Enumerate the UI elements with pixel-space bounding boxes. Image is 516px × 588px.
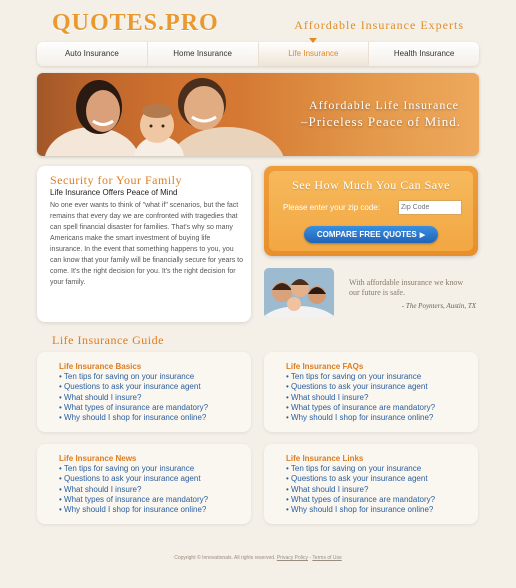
compare-quotes-label: COMPARE FREE QUOTES xyxy=(316,230,417,239)
logo[interactable]: QUOTES.PRO xyxy=(52,10,219,37)
privacy-policy-link[interactable]: Privacy Policy xyxy=(277,555,308,561)
hero-headline: Affordable Life Insurance xyxy=(308,98,459,112)
guide-card-links: Life Insurance Links Ten tips for saving… xyxy=(264,444,478,524)
guide-link-list: Ten tips for saving on your insurance Qu… xyxy=(286,464,435,515)
guide-card-title[interactable]: Life Insurance Links xyxy=(286,454,363,463)
footer: Copyright © Innovationals. All rights re… xyxy=(0,555,516,561)
security-title: Security for Your Family xyxy=(50,173,182,187)
hero-subheadline: –Priceless Peace of Mind. xyxy=(300,114,461,129)
hero-banner: Affordable Life Insurance –Priceless Pea… xyxy=(37,73,479,156)
guide-title: Life Insurance Guide xyxy=(52,333,164,347)
main-nav: Auto Insurance Home Insurance Life Insur… xyxy=(37,38,479,66)
guide-card-title[interactable]: Life Insurance Basics xyxy=(59,362,141,371)
family-photo-icon xyxy=(264,268,334,318)
guide-card-news: Life Insurance News Ten tips for saving … xyxy=(37,444,251,524)
guide-link[interactable]: What types of insurance are mandatory? xyxy=(59,495,208,505)
guide-card-faqs: Life Insurance FAQs Ten tips for saving … xyxy=(264,352,478,432)
guide-card-title[interactable]: Life Insurance FAQs xyxy=(286,362,363,371)
tagline: Affordable Insurance Experts xyxy=(294,18,464,32)
guide-link[interactable]: What types of insurance are mandatory? xyxy=(59,403,208,413)
guide-link[interactable]: Why should I shop for insurance online? xyxy=(59,505,208,515)
nav-health-insurance[interactable]: Health Insurance xyxy=(369,42,479,66)
nav-life-insurance-label: Life Insurance xyxy=(288,49,339,58)
nav-life-insurance[interactable]: Life Insurance xyxy=(258,38,370,66)
guide-link[interactable]: Ten tips for saving on your insurance xyxy=(286,464,435,474)
security-subtitle: Life Insurance Offers Peace of Mind xyxy=(50,188,178,197)
guide-card-title[interactable]: Life Insurance News xyxy=(59,454,136,463)
zip-code-input[interactable] xyxy=(398,200,462,215)
testimonial-text: With affordable insurance we know our fu… xyxy=(349,278,464,297)
guide-link[interactable]: Ten tips for saving on your insurance xyxy=(59,372,208,382)
guide-link[interactable]: What should I insure? xyxy=(59,485,208,495)
testimonial-photo xyxy=(264,268,334,318)
nav-home-insurance[interactable]: Home Insurance xyxy=(148,42,259,66)
quote-card: See How Much You Can Save Please enter y… xyxy=(264,166,478,256)
copyright-text: Copyright © Innovationals. All rights re… xyxy=(174,555,276,561)
guide-link[interactable]: Ten tips for saving on your insurance xyxy=(59,464,208,474)
arrow-right-icon: ▶ xyxy=(419,232,426,239)
guide-link[interactable]: Questions to ask your insurance agent xyxy=(286,474,435,484)
zip-label: Please enter your zip code: xyxy=(283,203,380,212)
guide-link-list: Ten tips for saving on your insurance Qu… xyxy=(59,464,208,515)
quote-form: See How Much You Can Save Please enter y… xyxy=(269,171,473,251)
guide-link[interactable]: What should I insure? xyxy=(286,393,435,403)
quote-title: See How Much You Can Save xyxy=(292,178,450,192)
page: QUOTES.PRO Affordable Insurance Experts … xyxy=(0,0,516,588)
guide-link-list: Ten tips for saving on your insurance Qu… xyxy=(286,372,435,423)
guide-link[interactable]: What types of insurance are mandatory? xyxy=(286,495,435,505)
testimonial: With affordable insurance we know our fu… xyxy=(264,266,478,320)
guide-link[interactable]: What should I insure? xyxy=(59,393,208,403)
guide-card-basics: Life Insurance Basics Ten tips for savin… xyxy=(37,352,251,432)
guide-link[interactable]: Questions to ask your insurance agent xyxy=(59,382,208,392)
terms-of-use-link[interactable]: Terms of Use xyxy=(312,555,341,561)
guide-link[interactable]: What types of insurance are mandatory? xyxy=(286,403,435,413)
guide-link[interactable]: Why should I shop for insurance online? xyxy=(59,413,208,423)
guide-link[interactable]: Why should I shop for insurance online? xyxy=(286,413,435,423)
nav-auto-insurance[interactable]: Auto Insurance xyxy=(37,42,148,66)
guide-link[interactable]: Questions to ask your insurance agent xyxy=(59,474,208,484)
footer-separator: - xyxy=(309,555,312,561)
guide-link[interactable]: Questions to ask your insurance agent xyxy=(286,382,435,392)
guide-link[interactable]: What should I insure? xyxy=(286,485,435,495)
security-card: Security for Your Family Life Insurance … xyxy=(37,166,251,322)
testimonial-author: - The Poynters, Austin, TX xyxy=(401,302,476,310)
guide-link-list: Ten tips for saving on your insurance Qu… xyxy=(59,372,208,423)
active-indicator-icon xyxy=(309,38,318,43)
guide-link[interactable]: Ten tips for saving on your insurance xyxy=(286,372,435,382)
compare-quotes-button[interactable]: COMPARE FREE QUOTES ▶ xyxy=(304,226,438,243)
security-body: No one ever wants to think of "what if" … xyxy=(50,202,243,286)
guide-link[interactable]: Why should I shop for insurance online? xyxy=(286,505,435,515)
